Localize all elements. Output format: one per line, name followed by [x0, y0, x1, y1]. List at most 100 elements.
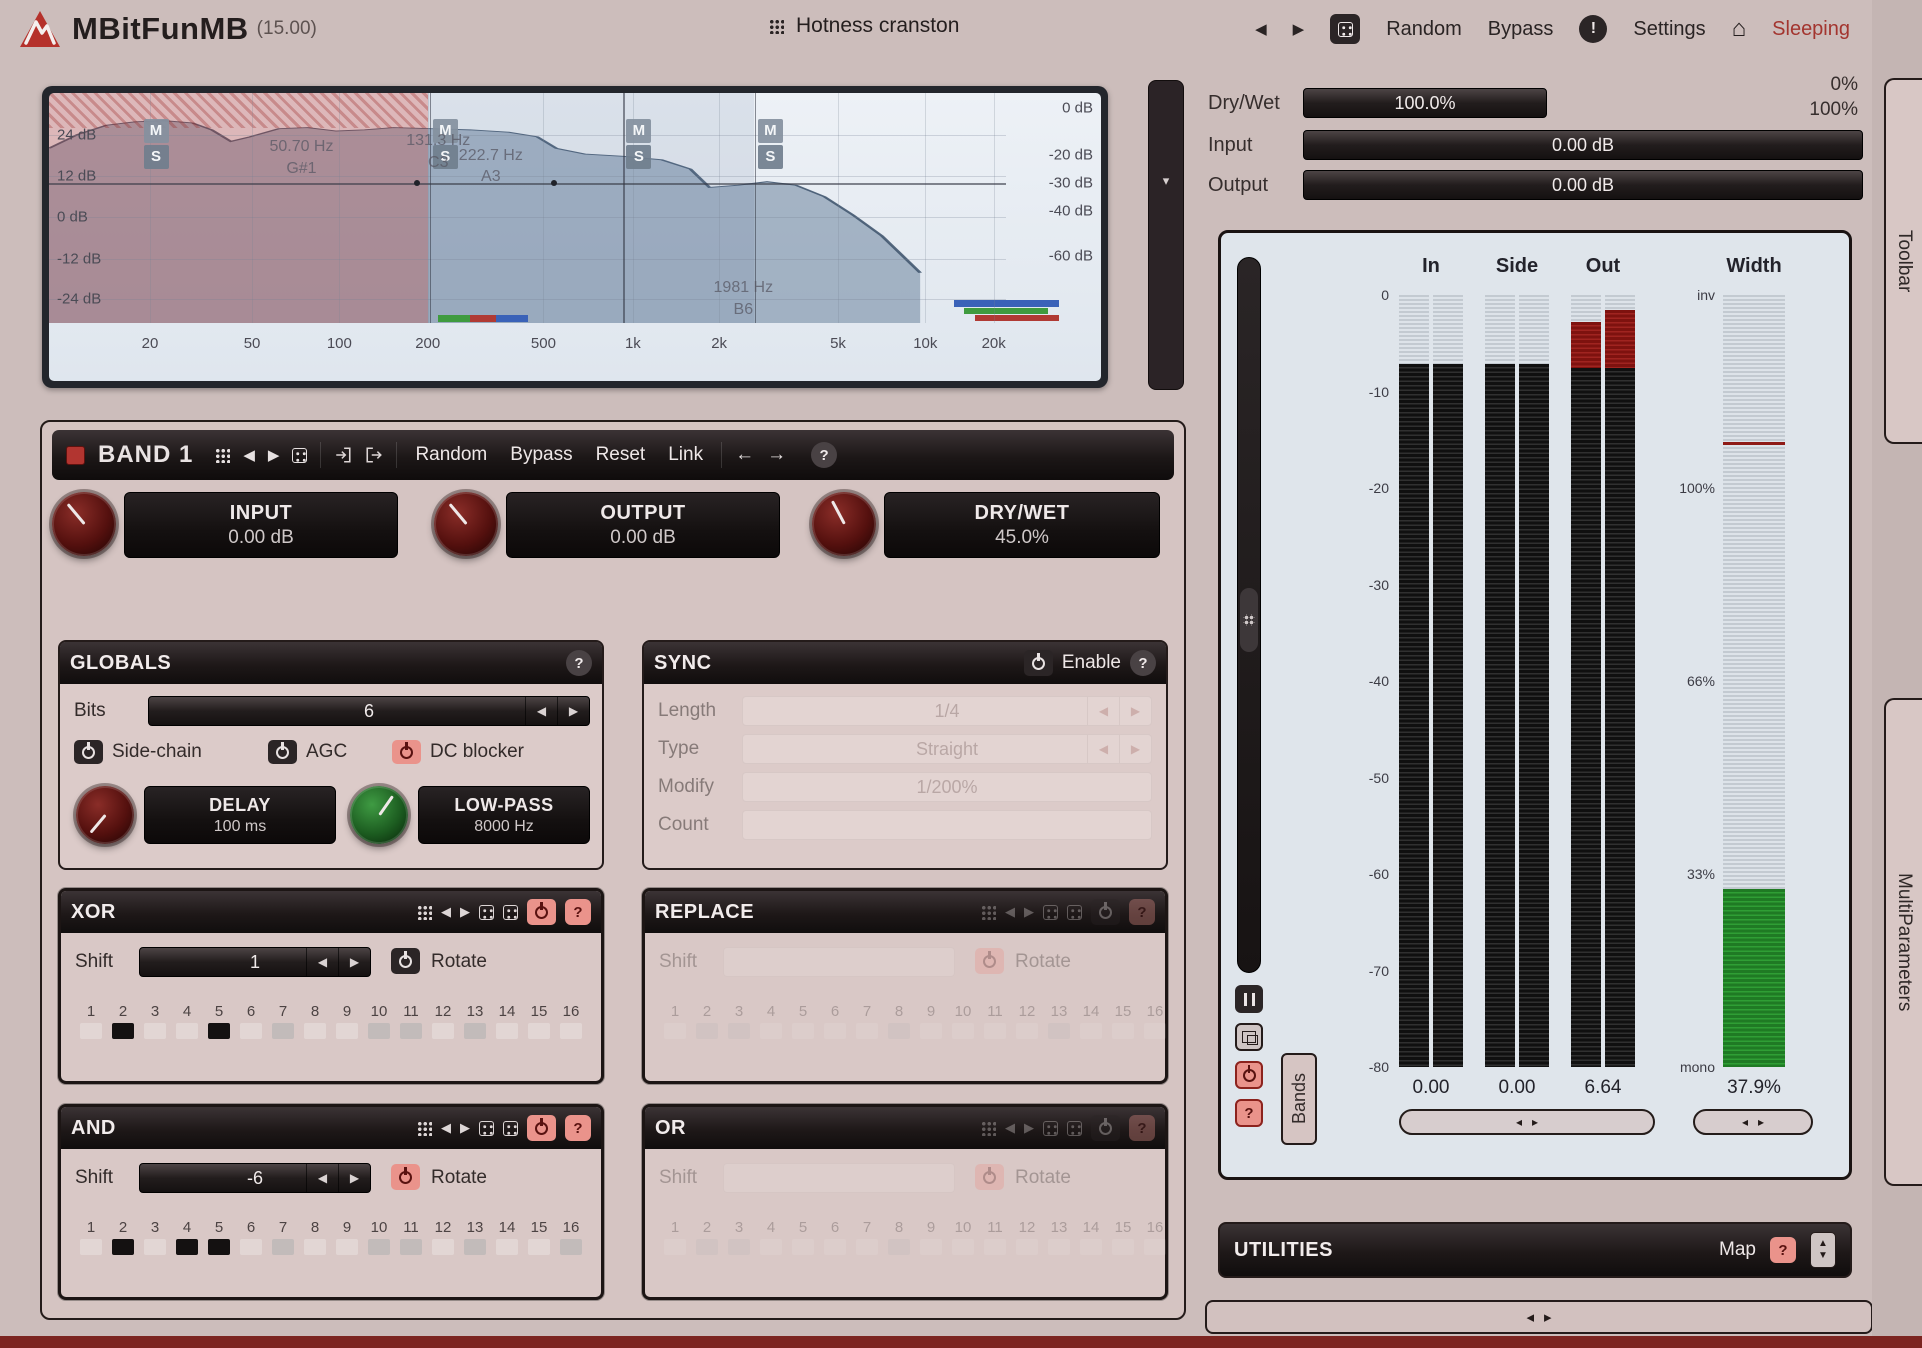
meter-popup-button[interactable]	[1235, 1023, 1263, 1051]
bit-11[interactable]: 11	[979, 1001, 1011, 1039]
bit-11[interactable]: 11	[979, 1217, 1011, 1255]
bit-7[interactable]: 7	[267, 1217, 299, 1255]
sync-enable-label[interactable]: Enable	[1062, 652, 1121, 674]
sleeping-button[interactable]: Sleeping	[1772, 18, 1850, 41]
bit-3[interactable]: 3	[723, 1001, 755, 1039]
bit-8[interactable]: 8	[883, 1217, 915, 1255]
bit-1[interactable]: 1	[75, 1217, 107, 1255]
bit-10[interactable]: 10	[363, 1217, 395, 1255]
bit-9[interactable]: 9	[915, 1217, 947, 1255]
bit-12[interactable]: 12	[1011, 1217, 1043, 1255]
and-shift-slider[interactable]: -6 ◀▶	[139, 1163, 371, 1193]
bit-5[interactable]: 5	[203, 1217, 235, 1255]
inc[interactable]: ▶	[1119, 735, 1151, 763]
prev-icon[interactable]: ◀	[1005, 1120, 1015, 1136]
bit-16[interactable]: 16	[1139, 1217, 1171, 1255]
bit-3[interactable]: 3	[723, 1217, 755, 1255]
preset-name[interactable]: Hotness cranston	[796, 14, 959, 38]
bit-15[interactable]: 15	[523, 1217, 555, 1255]
prev-icon[interactable]: ◀	[441, 1120, 451, 1136]
drywet-slider[interactable]: 100.0%	[1303, 88, 1547, 118]
lowpass-display[interactable]: LOW-PASS 8000 Hz	[418, 786, 590, 844]
or-shift-slider[interactable]	[723, 1163, 955, 1193]
bit-13[interactable]: 13	[459, 1001, 491, 1039]
bit-14[interactable]: 14	[1075, 1001, 1107, 1039]
next-icon[interactable]: ▶	[460, 904, 470, 920]
dec[interactable]: ◀	[1087, 735, 1119, 763]
or-rotate-power[interactable]	[975, 1164, 1004, 1190]
replace-power-button[interactable]	[1091, 899, 1120, 925]
dc-blocker-toggle[interactable]: DC blocker	[392, 740, 524, 764]
preset-grid-icon[interactable]	[980, 904, 996, 920]
band-reset-button[interactable]: Reset	[591, 444, 651, 466]
bit-4[interactable]: 4	[755, 1217, 787, 1255]
eq-plot[interactable]: 20501002005001k2k5k10k20k24 dB12 dB0 dB-…	[49, 93, 1101, 381]
bit-7[interactable]: 7	[267, 1001, 299, 1039]
meter-help-button[interactable]: ?	[1235, 1099, 1263, 1127]
band-input-display[interactable]: INPUT 0.00 dB	[124, 492, 398, 558]
bit-2[interactable]: 2	[691, 1217, 723, 1255]
bit-13[interactable]: 13	[1043, 1001, 1075, 1039]
utilities-spinner[interactable]: ▲▼	[1810, 1232, 1836, 1268]
band-bypass-button[interactable]: Bypass	[505, 444, 577, 466]
band-color-swatch[interactable]	[66, 446, 85, 465]
band-next-icon[interactable]: ▶	[268, 446, 280, 464]
or-power-button[interactable]	[1091, 1115, 1120, 1141]
output-slider[interactable]: 0.00 dB	[1303, 170, 1863, 200]
sidechain-toggle[interactable]: Side-chain	[74, 740, 202, 764]
bit-5[interactable]: 5	[203, 1001, 235, 1039]
sync-enable-power[interactable]	[1024, 650, 1053, 676]
bit-1[interactable]: 1	[75, 1001, 107, 1039]
dec[interactable]: ◀	[1087, 697, 1119, 725]
inc[interactable]: ▶	[1119, 697, 1151, 725]
meter-power-button[interactable]	[1235, 1061, 1263, 1089]
bit-16[interactable]: 16	[1139, 1001, 1171, 1039]
meter-zoom-handle[interactable]	[1240, 588, 1258, 652]
bit-12[interactable]: 12	[1011, 1001, 1043, 1039]
shift-decrement[interactable]: ◀	[306, 1164, 338, 1192]
band1-region[interactable]	[49, 93, 428, 323]
preset-prev-icon[interactable]: ◀	[1255, 20, 1267, 38]
and-help-button[interactable]: ?	[565, 1115, 591, 1141]
xor-power-button[interactable]	[527, 899, 556, 925]
bit-7[interactable]: 7	[851, 1217, 883, 1255]
bottom-collapse-handle[interactable]: ◂▸	[1205, 1300, 1873, 1334]
xor-help-button[interactable]: ?	[565, 899, 591, 925]
bit-7[interactable]: 7	[851, 1001, 883, 1039]
random-smooth-icon[interactable]	[503, 905, 518, 920]
shift-decrement[interactable]: ◀	[306, 948, 338, 976]
bit-9[interactable]: 9	[331, 1217, 363, 1255]
bit-10[interactable]: 10	[947, 1001, 979, 1039]
bit-3[interactable]: 3	[139, 1001, 171, 1039]
bit-6[interactable]: 6	[819, 1001, 851, 1039]
preset-next-icon[interactable]: ▶	[1293, 20, 1305, 38]
meter-scrollbar[interactable]: ◂▸	[1399, 1109, 1655, 1135]
band-drywet-knob[interactable]	[812, 492, 876, 556]
band-random-icon[interactable]	[292, 448, 307, 463]
bits-decrement[interactable]: ◀	[525, 697, 557, 725]
random-icon[interactable]	[479, 1121, 494, 1136]
bit-4[interactable]: 4	[171, 1217, 203, 1255]
bit-8[interactable]: 8	[883, 1001, 915, 1039]
bit-6[interactable]: 6	[235, 1001, 267, 1039]
or-help-button[interactable]: ?	[1129, 1115, 1155, 1141]
randomize-icon[interactable]	[1330, 14, 1360, 44]
bit-13[interactable]: 13	[1043, 1217, 1075, 1255]
bit-11[interactable]: 11	[395, 1217, 427, 1255]
bits-increment[interactable]: ▶	[557, 697, 589, 725]
bit-8[interactable]: 8	[299, 1001, 331, 1039]
bit-15[interactable]: 15	[523, 1001, 555, 1039]
bypass-button[interactable]: Bypass	[1488, 18, 1554, 41]
preset-grid-icon[interactable]	[416, 1120, 432, 1136]
sync-count-slider[interactable]	[742, 810, 1152, 840]
alert-icon[interactable]: !	[1579, 15, 1607, 43]
meter-pause-button[interactable]	[1235, 985, 1263, 1013]
band-output-knob[interactable]	[434, 492, 498, 556]
band-left-arrow[interactable]: ←	[735, 444, 754, 466]
bit-2[interactable]: 2	[691, 1001, 723, 1039]
random-button[interactable]: Random	[1386, 18, 1462, 41]
band-drywet-display[interactable]: DRY/WET 45.0%	[884, 492, 1160, 558]
band-right-arrow[interactable]: →	[767, 444, 786, 466]
sidechain-power-icon[interactable]	[74, 740, 103, 764]
bit-9[interactable]: 9	[331, 1001, 363, 1039]
